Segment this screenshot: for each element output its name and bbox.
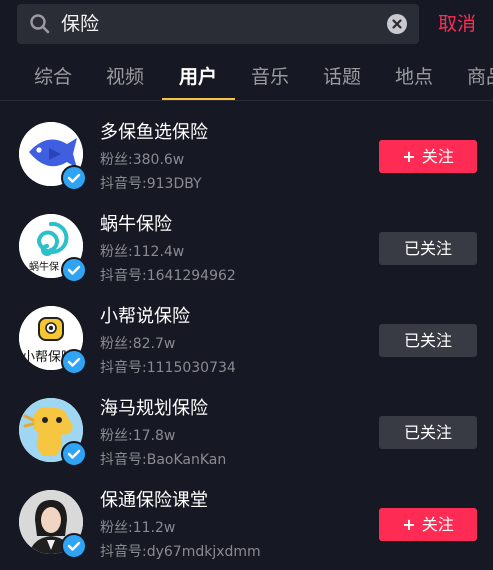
tab-comprehensive[interactable]: 综合	[34, 64, 72, 90]
fans-count: 粉丝:112.4w	[100, 244, 185, 260]
tab-places[interactable]: 地点	[395, 64, 433, 90]
user-row[interactable]: 小帮保险 小帮说保险 粉丝:82.7w 抖音号:1115030734 已关注	[0, 294, 493, 386]
search-query[interactable]: 保险	[61, 11, 99, 37]
search-icon	[29, 13, 51, 35]
follow-label: 关注	[421, 515, 454, 534]
verified-badge-icon	[61, 349, 87, 375]
tab-music[interactable]: 音乐	[251, 64, 289, 90]
plus-icon: +	[402, 515, 416, 534]
fans-count: 粉丝:11.2w	[100, 520, 176, 536]
plus-icon: +	[402, 147, 416, 166]
user-name[interactable]: 蜗牛保险	[100, 212, 172, 238]
tab-videos[interactable]: 视频	[106, 64, 144, 90]
tab-bar: 综合 视频 用户 音乐 话题 地点 商品	[0, 56, 493, 101]
user-name[interactable]: 多保鱼选保险	[100, 120, 208, 146]
verified-badge-icon	[61, 165, 87, 191]
clear-icon[interactable]	[387, 14, 407, 34]
avatar-text: 蜗牛保	[29, 262, 59, 273]
verified-badge-icon	[61, 533, 87, 559]
following-button[interactable]: 已关注	[379, 416, 477, 449]
douyin-id: 抖音号:913DBY	[100, 176, 202, 192]
user-row[interactable]: 多保鱼选保险 粉丝:380.6w 抖音号:913DBY + 关注	[0, 110, 493, 202]
tab-products[interactable]: 商品	[467, 64, 493, 90]
fans-count: 粉丝:380.6w	[100, 152, 185, 168]
search-input[interactable]: 保险	[17, 4, 419, 44]
douyin-id: 抖音号:dy67mdkjxdmm	[100, 544, 261, 560]
tab-topics[interactable]: 话题	[323, 64, 361, 90]
user-row[interactable]: 蜗牛保 蜗牛保险 粉丝:112.4w 抖音号:1641294962 已关注	[0, 202, 493, 294]
douyin-id: 抖音号:1641294962	[100, 268, 236, 284]
follow-label: 关注	[421, 147, 454, 166]
user-row[interactable]: 海马规划保险 粉丝:17.8w 抖音号:BaoKanKan 已关注	[0, 386, 493, 478]
user-row[interactable]: 保通保险课堂 粉丝:11.2w 抖音号:dy67mdkjxdmm + 关注	[0, 478, 493, 570]
search-bar: 保险 取消	[0, 0, 493, 50]
cancel-button[interactable]: 取消	[438, 11, 476, 37]
divider	[0, 100, 493, 101]
user-name[interactable]: 保通保险课堂	[100, 488, 208, 514]
douyin-id: 抖音号:1115030734	[100, 360, 236, 376]
following-button[interactable]: 已关注	[379, 232, 477, 265]
tab-users[interactable]: 用户	[179, 64, 217, 90]
following-button[interactable]: 已关注	[379, 324, 477, 357]
fans-count: 粉丝:17.8w	[100, 428, 176, 444]
follow-button[interactable]: + 关注	[379, 140, 477, 173]
fans-count: 粉丝:82.7w	[100, 336, 176, 352]
follow-button[interactable]: + 关注	[379, 508, 477, 541]
douyin-id: 抖音号:BaoKanKan	[100, 452, 227, 468]
verified-badge-icon	[61, 257, 87, 283]
user-name[interactable]: 小帮说保险	[100, 304, 190, 330]
user-name[interactable]: 海马规划保险	[100, 396, 208, 422]
verified-badge-icon	[61, 441, 87, 467]
